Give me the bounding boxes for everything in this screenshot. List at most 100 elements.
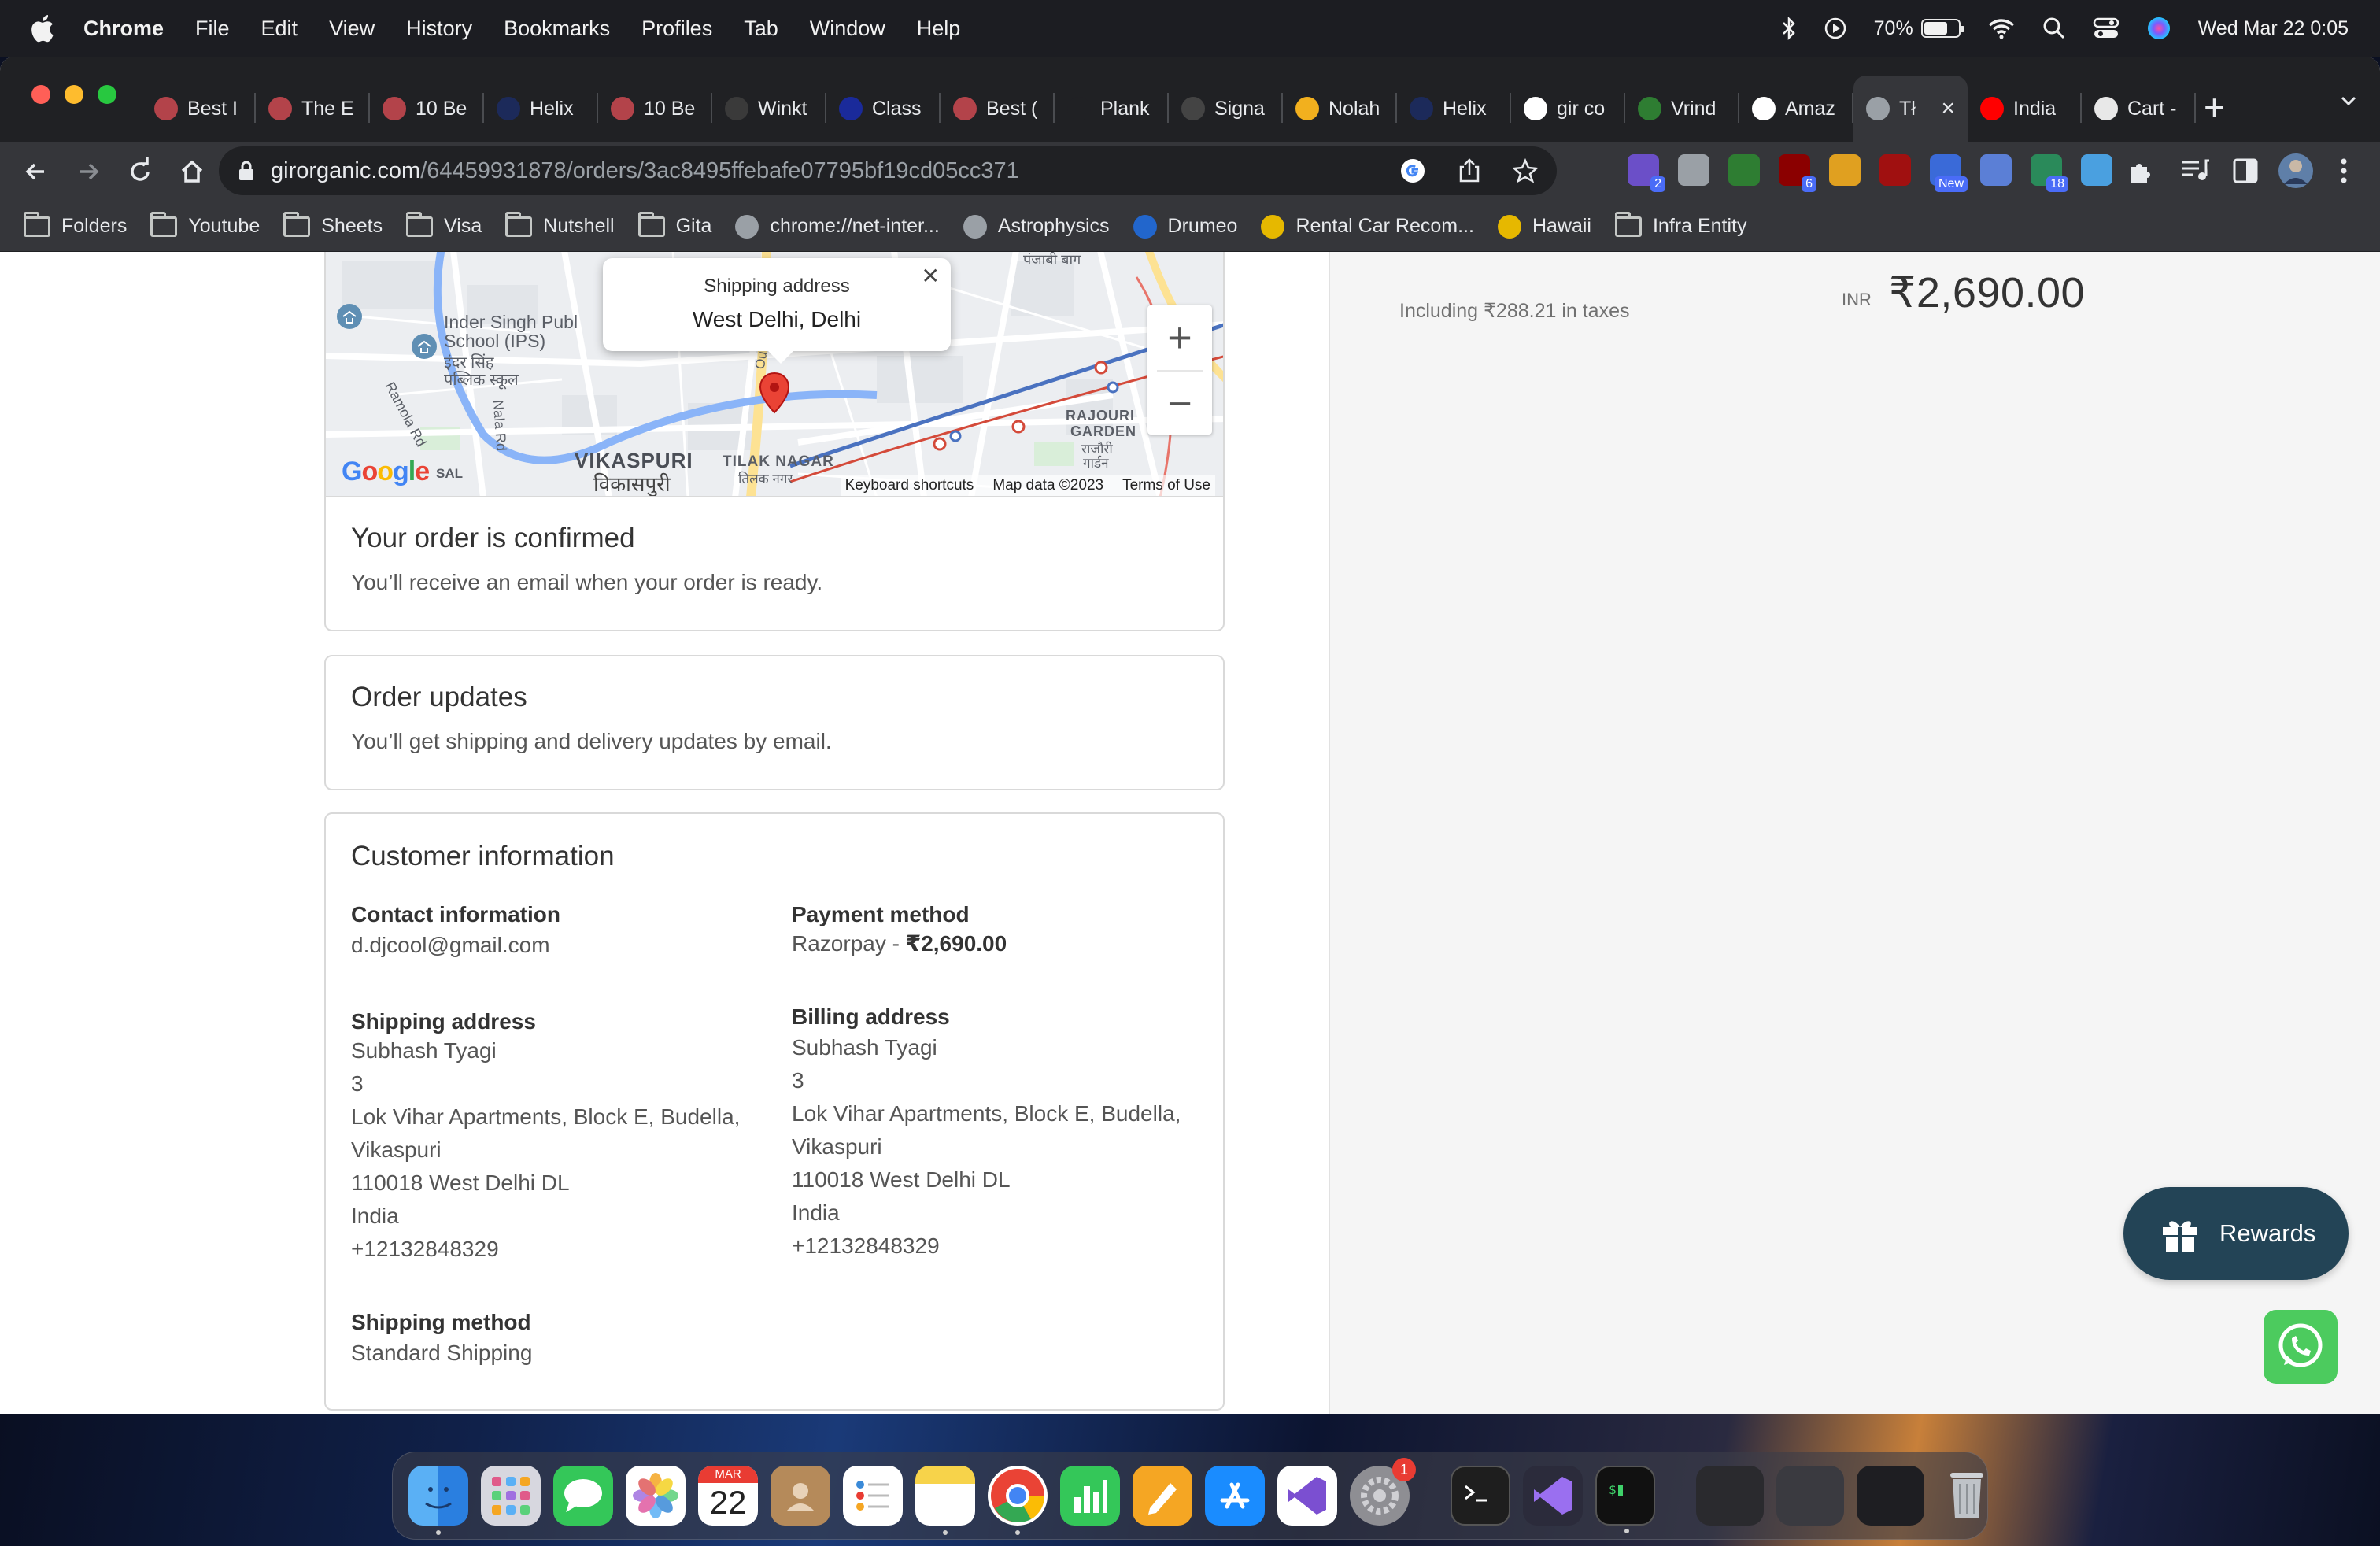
menu-bookmarks[interactable]: Bookmarks xyxy=(504,17,610,41)
browser-tab[interactable]: Amaz xyxy=(1739,76,1853,142)
pages-icon[interactable] xyxy=(1133,1466,1192,1526)
browser-tab[interactable]: Tł × xyxy=(1853,76,1968,142)
bookmark-star-icon[interactable] xyxy=(1513,158,1538,183)
messages-icon[interactable] xyxy=(553,1466,613,1526)
map-pin-icon[interactable] xyxy=(759,372,790,414)
contacts-icon[interactable] xyxy=(771,1466,830,1526)
back-arrow-icon[interactable] xyxy=(20,156,52,187)
share-icon[interactable] xyxy=(1458,157,1481,184)
close-tab-icon[interactable]: × xyxy=(1941,95,1955,122)
browser-tab[interactable]: Class xyxy=(826,76,941,142)
finder-icon[interactable] xyxy=(408,1466,468,1535)
system-settings-icon[interactable]: 1 xyxy=(1350,1458,1416,1526)
bookmark-item[interactable]: Hawaii xyxy=(1497,214,1591,239)
ext-cloud-icon[interactable] xyxy=(1980,154,2012,186)
bookmark-item[interactable]: chrome://net-inter... xyxy=(735,214,940,239)
shipping-map[interactable]: Inder Singh Publ School (IPS) इंदर सिंह … xyxy=(324,252,1225,496)
zoom-window-button[interactable] xyxy=(98,85,116,104)
zoom-in-button[interactable]: + xyxy=(1148,305,1212,370)
ext-arrow-icon[interactable]: 18 xyxy=(2031,154,2068,192)
browser-tab[interactable]: Vrind xyxy=(1625,76,1739,142)
bookmark-item[interactable]: Youtube xyxy=(150,211,260,238)
bluetooth-icon[interactable] xyxy=(1781,16,1797,41)
ext-p-icon[interactable]: 2 xyxy=(1628,154,1665,192)
notes-icon[interactable] xyxy=(915,1466,975,1535)
whatsapp-chat-button[interactable] xyxy=(2264,1310,2338,1384)
address-bar[interactable]: girorganic.com/64459931878/orders/3ac849… xyxy=(219,146,1557,195)
recent-window-thumbnail-1[interactable] xyxy=(1696,1466,1764,1526)
media-control-icon[interactable] xyxy=(2180,157,2210,184)
calendar-icon[interactable]: MAR 22 xyxy=(698,1466,758,1526)
browser-tab[interactable]: Plank xyxy=(1055,76,1169,142)
menu-help[interactable]: Help xyxy=(917,17,961,41)
ext-square-icon[interactable] xyxy=(2081,154,2112,186)
bookmark-item[interactable]: Infra Entity xyxy=(1614,211,1746,238)
reminders-icon[interactable] xyxy=(843,1466,903,1526)
browser-tab[interactable]: India xyxy=(1968,76,2082,142)
menu-tab[interactable]: Tab xyxy=(744,17,778,41)
trash-icon[interactable] xyxy=(1937,1466,1997,1526)
iterm-icon[interactable]: $ xyxy=(1595,1466,1655,1533)
apple-menu-icon[interactable] xyxy=(28,13,55,43)
menu-bar-clock[interactable]: Wed Mar 22 0:05 xyxy=(2198,17,2349,40)
browser-tab[interactable]: 10 Be xyxy=(370,76,484,142)
bookmark-item[interactable]: Drumeo xyxy=(1133,214,1237,239)
forward-arrow-icon[interactable] xyxy=(72,156,104,187)
menu-window[interactable]: Window xyxy=(810,17,885,41)
photos-icon[interactable] xyxy=(626,1466,686,1526)
browser-tab[interactable]: Nolah xyxy=(1283,76,1397,142)
ext-y-icon[interactable] xyxy=(1879,154,1911,186)
launchpad-icon[interactable] xyxy=(481,1466,541,1526)
now-playing-icon[interactable] xyxy=(1824,17,1847,40)
app-store-icon[interactable] xyxy=(1205,1466,1265,1526)
browser-tab[interactable]: Winkt xyxy=(712,76,826,142)
profile-avatar-icon[interactable] xyxy=(2278,153,2314,189)
browser-tab[interactable]: Cart - xyxy=(2082,76,2196,142)
siri-icon[interactable] xyxy=(2146,16,2171,41)
close-window-button[interactable] xyxy=(31,85,50,104)
spotlight-search-icon[interactable] xyxy=(2042,17,2066,40)
popup-close-icon[interactable]: ✕ xyxy=(922,263,940,289)
browser-tab[interactable]: gir co xyxy=(1511,76,1625,142)
menu-app-name[interactable]: Chrome xyxy=(83,17,164,41)
keyboard-shortcuts-link[interactable]: Keyboard shortcuts xyxy=(845,477,974,494)
ext-translate-icon[interactable] xyxy=(1678,154,1709,186)
browser-tab[interactable]: 10 Be xyxy=(598,76,712,142)
battery-status[interactable]: 70% xyxy=(1874,17,1964,40)
terminal-icon[interactable] xyxy=(1451,1466,1510,1526)
bookmark-item[interactable]: Sheets xyxy=(283,211,382,238)
bookmark-item[interactable]: Gita xyxy=(638,211,711,238)
browser-tab[interactable]: Helix xyxy=(484,76,598,142)
menu-file[interactable]: File xyxy=(195,17,230,41)
numbers-icon[interactable] xyxy=(1060,1466,1120,1526)
ublock-icon[interactable]: 6 xyxy=(1779,154,1816,192)
zoom-out-button[interactable]: − xyxy=(1148,372,1212,436)
bookmark-item[interactable]: Visa xyxy=(406,211,482,238)
recent-window-thumbnail-3[interactable] xyxy=(1857,1466,1924,1526)
chrome-dock-icon[interactable] xyxy=(988,1466,1048,1535)
bookmark-item[interactable]: Nutshell xyxy=(505,211,615,238)
rewards-button[interactable]: Rewards xyxy=(2123,1187,2349,1280)
side-panel-icon[interactable] xyxy=(2232,157,2259,184)
bookmark-item[interactable]: Folders xyxy=(24,211,127,238)
ext-stack-icon[interactable] xyxy=(1829,154,1861,186)
home-icon[interactable] xyxy=(176,156,208,187)
browser-tab[interactable]: Helix xyxy=(1397,76,1511,142)
tab-search-chevron-icon[interactable] xyxy=(2339,91,2358,110)
new-tab-button[interactable]: + xyxy=(2204,83,2225,131)
visual-studio-code-icon[interactable] xyxy=(1523,1466,1583,1526)
browser-tab[interactable]: The E xyxy=(256,76,370,142)
menu-edit[interactable]: Edit xyxy=(261,17,298,41)
browser-tab[interactable]: Signa xyxy=(1169,76,1283,142)
google-lens-icon[interactable] xyxy=(1399,157,1426,184)
browser-tab[interactable]: Best ( xyxy=(941,76,1055,142)
lock-icon[interactable] xyxy=(238,160,255,182)
wifi-icon[interactable] xyxy=(1987,17,2016,39)
recent-window-thumbnail-2[interactable] xyxy=(1776,1466,1844,1526)
minimize-window-button[interactable] xyxy=(65,85,83,104)
bookmark-item[interactable]: Astrophysics xyxy=(963,214,1110,239)
reload-icon[interactable] xyxy=(124,156,156,187)
menu-history[interactable]: History xyxy=(406,17,472,41)
menu-view[interactable]: View xyxy=(329,17,375,41)
terms-of-use-link[interactable]: Terms of Use xyxy=(1122,477,1210,494)
